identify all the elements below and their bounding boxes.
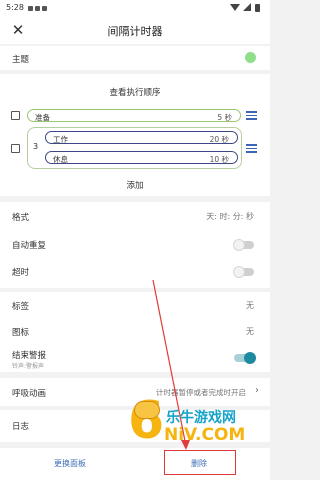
prepare-duration: 5 秒: [217, 113, 232, 122]
format-label: 格式: [12, 213, 30, 223]
site-watermark-logo: 6 乐牛游戏网 NiV.COM: [128, 395, 270, 450]
overtime-label: 超时: [12, 268, 30, 278]
status-time: 5:28: [6, 3, 24, 12]
rest-duration: 10 秒: [209, 155, 229, 164]
status-indicators: [230, 3, 264, 12]
drag-handle-icon[interactable]: [246, 111, 257, 120]
repeat-count[interactable]: 3: [33, 142, 38, 151]
annotation-highlight-box: [164, 450, 236, 475]
page-title: 间隔计时器: [107, 25, 163, 38]
watermark-domain: NiV.COM: [164, 425, 246, 445]
icon-value[interactable]: 无: [246, 326, 254, 337]
add-button[interactable]: 添加: [0, 179, 270, 191]
work-item[interactable]: 工作 20 秒: [45, 131, 238, 144]
prepare-checkbox[interactable]: [11, 111, 20, 120]
work-label: 工作: [53, 135, 68, 144]
overtime-toggle[interactable]: [233, 266, 254, 278]
end-alert-label: 结束警报: [12, 351, 47, 361]
tag-label: 标签: [12, 302, 30, 312]
end-alert-sub: 铃声:警报声: [12, 363, 45, 370]
work-duration: 20 秒: [209, 135, 229, 144]
theme-label: 主题: [12, 55, 30, 65]
change-panel-button[interactable]: 更换面板: [54, 458, 86, 469]
rest-item[interactable]: 休息 10 秒: [45, 151, 238, 164]
cow-mascot-icon: [134, 401, 160, 419]
rest-label: 休息: [53, 155, 68, 164]
end-alert-toggle[interactable]: [234, 352, 256, 364]
status-bar: 5:28: [0, 0, 270, 16]
notification-icons: [28, 4, 52, 12]
prepare-label: 准备: [35, 113, 50, 122]
breath-anim-label: 呼吸动画: [12, 389, 47, 399]
wifi-icon: [230, 4, 240, 11]
group-checkbox[interactable]: [11, 144, 20, 153]
battery-icon: [255, 4, 260, 12]
theme-row[interactable]: 主题: [0, 46, 270, 70]
prepare-item[interactable]: 准备 5 秒: [27, 109, 241, 122]
drag-handle-icon[interactable]: [246, 144, 257, 153]
theme-color-swatch[interactable]: [245, 52, 256, 63]
log-label: 日志: [12, 422, 30, 432]
watermark-name: 乐牛游戏网: [166, 410, 236, 426]
auto-repeat-label: 自动重复: [12, 241, 47, 251]
view-sequence-button[interactable]: 查看执行顺序: [0, 86, 270, 98]
signal-icon: [243, 3, 251, 11]
icon-label: 图标: [12, 328, 30, 338]
app-bar: ✕ 间隔计时器: [0, 16, 270, 44]
tag-value[interactable]: 无: [246, 300, 254, 311]
format-value[interactable]: 天: 时: 分: 秒: [206, 211, 254, 222]
auto-repeat-toggle[interactable]: [233, 239, 254, 251]
